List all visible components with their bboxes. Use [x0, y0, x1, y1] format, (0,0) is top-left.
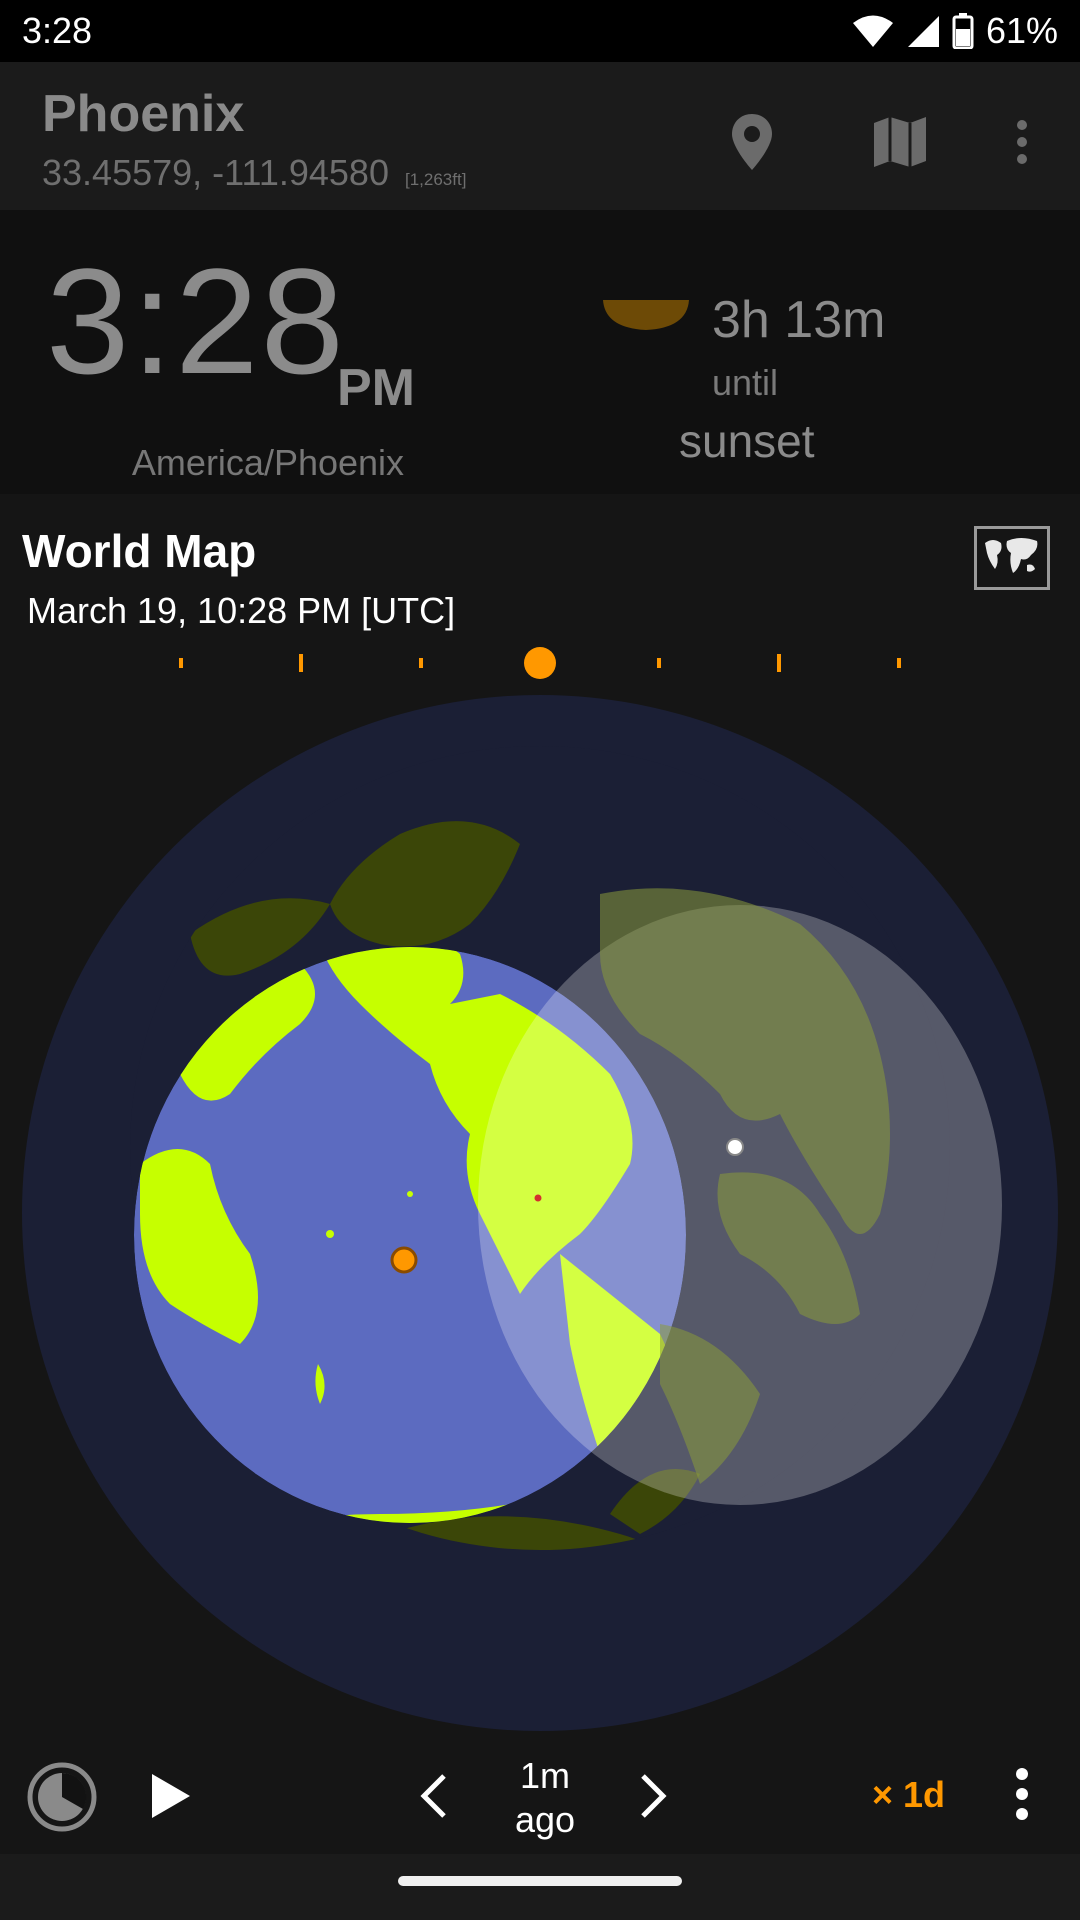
signal-icon [907, 16, 939, 47]
clock-icon [27, 1762, 97, 1832]
playback-controls: 1m ago × 1d [0, 1736, 1080, 1854]
wifi-icon [852, 15, 893, 47]
more-vert-icon [1016, 1768, 1028, 1820]
elevation-text: [1,263ft] [405, 170, 467, 189]
world-map-icon [985, 538, 1038, 573]
current-time: 3:28 [46, 237, 346, 405]
location-coordinates: 33.45579, -111.94580 [1,263ft] [42, 152, 466, 194]
time-offset-value: 1m [519, 1755, 570, 1796]
time-offset-label[interactable]: 1m ago [470, 1754, 620, 1842]
play-icon [152, 1774, 190, 1818]
timeline-ticks[interactable] [0, 644, 1080, 694]
clock-mode-button[interactable] [25, 1760, 99, 1839]
chevron-right-icon [641, 1774, 667, 1818]
timeline-tick [179, 658, 183, 668]
map-icon [874, 117, 926, 167]
speed-multiplier-button[interactable]: × 1d [872, 1774, 945, 1816]
status-icons: 61% [852, 8, 1058, 54]
chevron-left-icon [420, 1774, 446, 1818]
next-step-button[interactable] [635, 1772, 671, 1825]
battery-icon [952, 13, 974, 49]
sunset-countdown: 3h 13m [712, 291, 886, 349]
map-projection-button[interactable] [974, 526, 1050, 590]
home-gesture-handle[interactable] [398, 1876, 682, 1886]
location-button[interactable] [712, 102, 792, 182]
map-button[interactable] [860, 102, 940, 182]
timeline-tick [657, 658, 661, 668]
app-bar: Phoenix 33.45579, -111.94580 [1,263ft] [0, 62, 1080, 210]
battery-percentage: 61% [985, 10, 1058, 51]
world-map-globe[interactable] [0, 694, 1080, 1854]
location-name[interactable]: Phoenix [42, 84, 244, 144]
coordinates-text: 33.45579, -111.94580 [42, 152, 389, 193]
moon-position-marker[interactable] [726, 1138, 744, 1156]
timeline-tick [299, 654, 303, 672]
timeline-tick [897, 658, 901, 668]
map-title: World Map [22, 525, 257, 577]
navigation-bar [0, 1854, 1080, 1920]
time-panel[interactable]: 3:28 PM America/Phoenix 3h 13m until sun… [0, 210, 1080, 494]
status-bar: 3:28 61% [0, 0, 1080, 62]
subsolar-point-marker[interactable] [390, 1246, 418, 1274]
sunset-icon [603, 300, 689, 330]
timeline-current-marker[interactable] [524, 647, 556, 679]
more-vert-icon [1017, 120, 1027, 164]
timeline-tick [419, 658, 423, 668]
location-marker[interactable] [534, 1194, 542, 1202]
am-pm-label: PM [337, 359, 415, 417]
location-pin-icon [732, 114, 772, 170]
sunset-until-label: until [712, 362, 779, 403]
map-datetime: March 19, 10:28 PM [UTC] [27, 590, 456, 631]
world-map-card: World Map March 19, 10:28 PM [UTC] [0, 494, 1080, 1854]
previous-step-button[interactable] [416, 1772, 452, 1825]
time-offset-suffix: ago [514, 1799, 576, 1840]
status-time: 3:28 [22, 10, 93, 51]
play-button[interactable] [148, 1772, 192, 1825]
timeline-tick [777, 654, 781, 672]
sunset-event-label: sunset [679, 415, 815, 467]
controls-overflow-button[interactable] [1006, 1764, 1038, 1829]
overflow-menu-button[interactable] [982, 102, 1062, 182]
timezone-label: America/Phoenix [131, 442, 405, 483]
